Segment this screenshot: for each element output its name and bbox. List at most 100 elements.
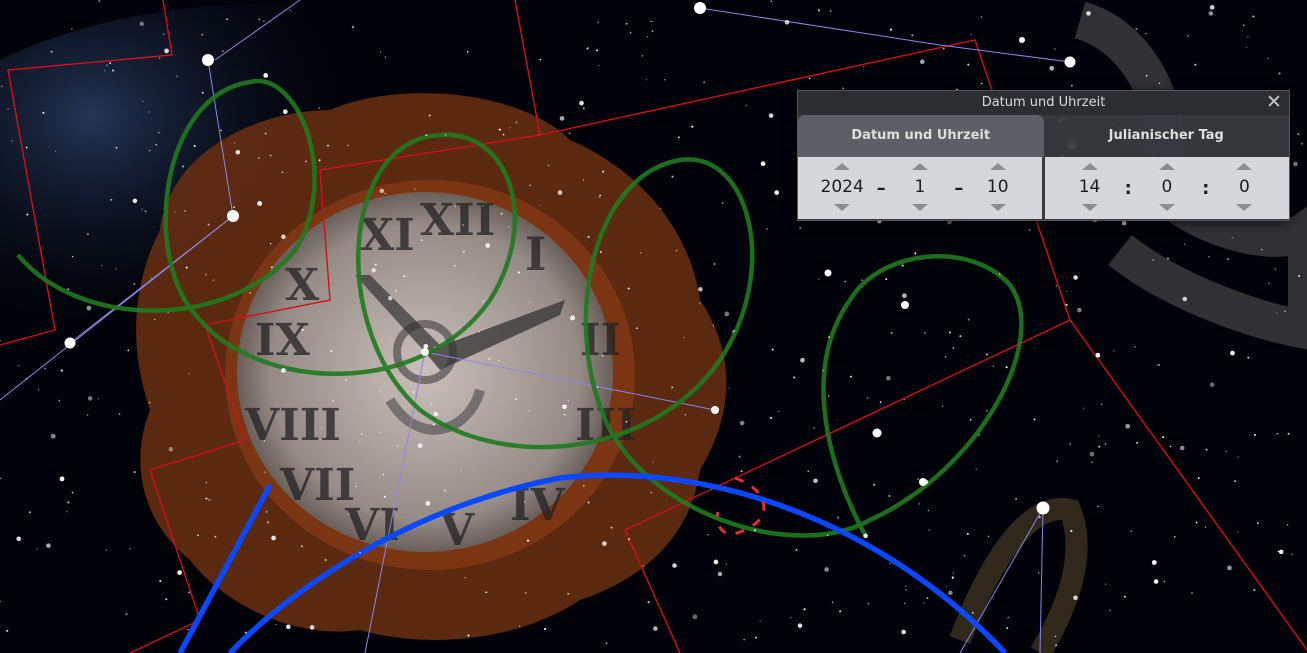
star xyxy=(1125,423,1131,429)
star xyxy=(185,266,188,269)
tab-date-time[interactable]: Datum und Uhrzeit xyxy=(798,115,1044,157)
star xyxy=(799,227,802,230)
star xyxy=(454,264,456,267)
star xyxy=(417,443,423,448)
star xyxy=(235,150,241,155)
star xyxy=(142,100,144,103)
star xyxy=(1065,303,1068,306)
hour-up-arrow-icon[interactable] xyxy=(1081,163,1098,170)
star xyxy=(636,327,638,330)
hour-down-arrow-icon[interactable] xyxy=(1081,204,1098,211)
day-input[interactable] xyxy=(971,170,1024,204)
star xyxy=(50,433,56,439)
star xyxy=(524,591,527,595)
star xyxy=(568,132,571,135)
star xyxy=(432,423,435,426)
second-down-arrow-icon[interactable] xyxy=(1236,204,1253,211)
star xyxy=(1158,82,1161,85)
star xyxy=(282,109,288,115)
star xyxy=(414,188,416,190)
star xyxy=(204,273,207,276)
star xyxy=(379,431,381,433)
star xyxy=(829,9,832,12)
minute-down-arrow-icon[interactable] xyxy=(1158,204,1175,211)
star xyxy=(722,202,724,204)
star xyxy=(359,551,362,554)
star xyxy=(523,500,526,503)
star xyxy=(529,184,531,187)
star xyxy=(345,379,347,382)
star xyxy=(650,20,652,23)
year-down-arrow-icon[interactable] xyxy=(834,204,851,211)
star xyxy=(975,468,977,470)
star xyxy=(371,268,376,273)
star xyxy=(944,356,947,358)
hour-input[interactable] xyxy=(1063,170,1116,204)
minute-up-arrow-icon[interactable] xyxy=(1158,163,1175,170)
month-down-arrow-icon[interactable] xyxy=(911,204,928,211)
star xyxy=(885,278,888,281)
star xyxy=(444,489,446,492)
star xyxy=(129,547,131,550)
date-time-fields: – – : : xyxy=(798,157,1289,219)
star xyxy=(258,157,260,159)
star xyxy=(100,264,103,267)
star xyxy=(1231,237,1233,239)
dialog-titlebar[interactable]: Datum und Uhrzeit ✕ xyxy=(798,91,1289,115)
close-icon[interactable]: ✕ xyxy=(1265,91,1283,115)
star xyxy=(760,161,766,167)
star xyxy=(1056,460,1058,462)
star xyxy=(133,471,136,474)
star xyxy=(1071,84,1073,87)
star xyxy=(651,30,654,32)
star xyxy=(444,133,447,136)
star xyxy=(498,128,501,131)
star xyxy=(963,554,966,557)
svg-text:VII: VII xyxy=(279,460,355,511)
star xyxy=(66,510,68,513)
star xyxy=(1194,63,1197,66)
star xyxy=(1297,133,1300,136)
star xyxy=(739,420,745,426)
second-input[interactable] xyxy=(1218,170,1271,204)
day-down-arrow-icon[interactable] xyxy=(989,204,1006,211)
star xyxy=(318,107,320,109)
star xyxy=(67,501,70,504)
tab-julian-day[interactable]: Julianischer Tag xyxy=(1043,115,1289,157)
star xyxy=(71,28,73,30)
minute-input[interactable] xyxy=(1140,170,1193,204)
star xyxy=(703,81,706,84)
star xyxy=(360,433,363,435)
star xyxy=(507,225,510,228)
star xyxy=(904,585,907,587)
year-up-arrow-icon[interactable] xyxy=(834,163,851,170)
star xyxy=(144,210,147,213)
star xyxy=(725,563,728,565)
star xyxy=(1006,627,1009,630)
star xyxy=(1157,364,1159,366)
star xyxy=(602,354,604,357)
star xyxy=(698,302,701,305)
star xyxy=(627,538,631,541)
year-input[interactable] xyxy=(816,170,869,204)
star xyxy=(1237,531,1239,533)
star xyxy=(671,175,674,178)
star xyxy=(795,548,798,551)
star xyxy=(226,18,228,21)
second-up-arrow-icon[interactable] xyxy=(1236,163,1253,170)
star xyxy=(330,350,333,353)
star xyxy=(952,347,955,349)
star xyxy=(822,369,825,372)
star xyxy=(800,357,805,363)
month-input[interactable] xyxy=(893,170,946,204)
star xyxy=(50,50,53,53)
star xyxy=(904,602,906,605)
star xyxy=(570,315,575,321)
star xyxy=(67,288,70,291)
month-up-arrow-icon[interactable] xyxy=(911,163,928,170)
time-fields: : : xyxy=(1042,157,1289,219)
star xyxy=(263,73,269,78)
star xyxy=(44,367,46,370)
day-up-arrow-icon[interactable] xyxy=(989,163,1006,170)
star xyxy=(738,455,741,458)
